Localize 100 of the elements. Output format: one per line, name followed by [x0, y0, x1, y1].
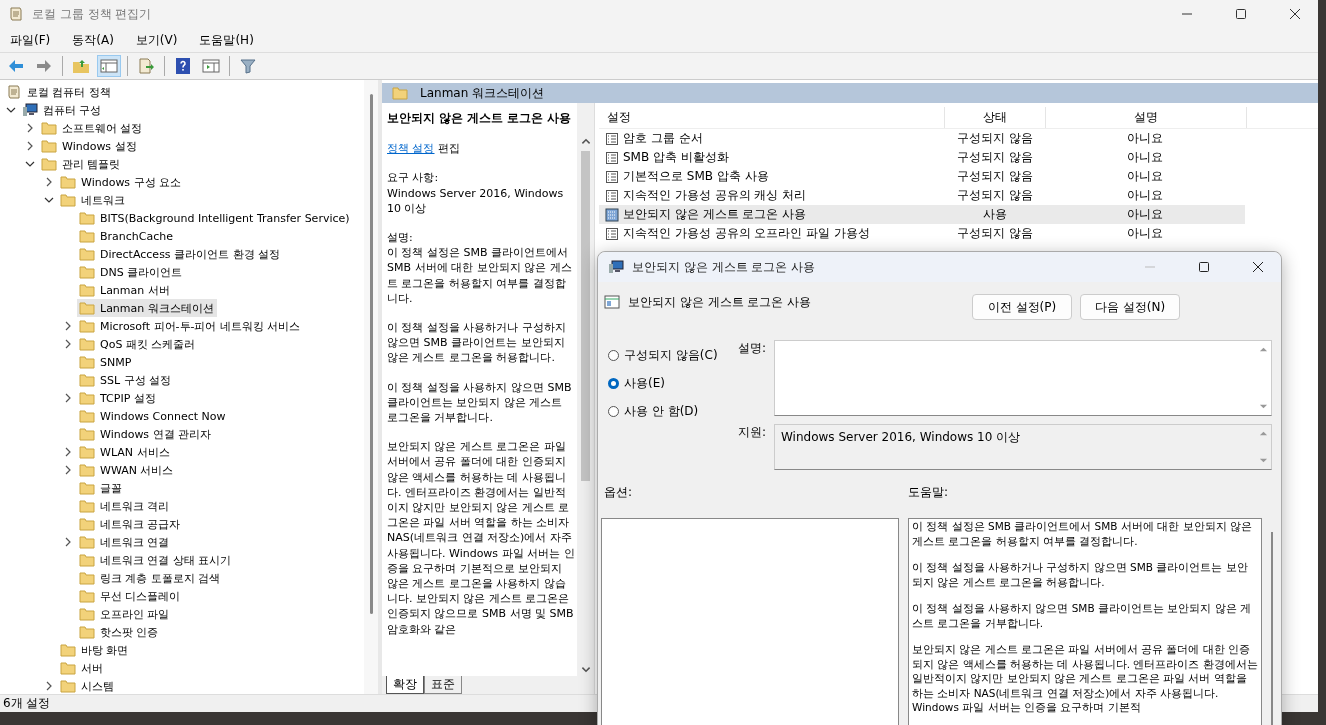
pane-title: Lanman 워크스테이션 [420, 84, 545, 102]
tree-item[interactable]: 네트워크 연결 상태 표시기 [77, 551, 235, 569]
tree-item[interactable]: Windows 연결 관리자 [77, 425, 215, 443]
tree-item[interactable]: SSL 구성 설정 [77, 371, 175, 389]
chevron-icon[interactable] [44, 681, 54, 691]
scrollbar-thumb[interactable] [581, 151, 590, 481]
folder-icon [79, 336, 95, 352]
table-row[interactable]: 기본적으로 SMB 압축 사용 구성되지 않음 아니요 [599, 167, 1245, 186]
tree-item[interactable]: Lanman 워크스테이션 [77, 299, 217, 317]
tree-item[interactable]: 오프라인 파일 [77, 605, 173, 623]
radio-button[interactable] [608, 377, 619, 389]
scroll-up-icon[interactable] [1258, 345, 1268, 354]
dialog-title: 보안되지 않은 게스트 로그온 사용 [632, 258, 816, 276]
table-cell: 지속적인 가용성 공유의 오프라인 파일 가용성 [623, 225, 871, 242]
requirements-label: 요구 사항: [387, 170, 440, 186]
table-row[interactable]: 암호 그룹 순서 구성되지 않음 아니요 [599, 129, 1245, 148]
tree-item[interactable]: TCPIP 설정 [77, 389, 159, 407]
radio-button[interactable] [608, 349, 619, 361]
view-tab[interactable]: 표준 [424, 676, 462, 694]
computer-icon [608, 259, 624, 275]
tree-item[interactable]: 네트워크 연결 [77, 533, 173, 551]
tree-item[interactable]: Windows Connect Now [77, 407, 229, 425]
menu-item[interactable]: 도움말(H) [199, 31, 254, 49]
table-row[interactable]: 지속적인 가용성 공유의 오프라인 파일 가용성 구성되지 않음 아니요 [599, 224, 1245, 243]
policy-link[interactable]: 정책 설정 [387, 142, 435, 156]
help-icon [174, 57, 192, 75]
filter-icon [239, 57, 257, 75]
folder-icon [79, 264, 95, 280]
tree-item[interactable]: 네트워크 공급자 [77, 515, 184, 533]
tree-item[interactable]: 바탕 화면 [58, 641, 132, 659]
chevron-icon[interactable] [25, 123, 35, 133]
chevron-icon[interactable] [63, 447, 73, 457]
scroll-down-icon[interactable] [1258, 402, 1268, 411]
tree-item[interactable]: 소프트웨어 설정 [39, 119, 146, 137]
tree-item[interactable]: 관리 템플릿 [39, 155, 124, 173]
supported-field: Windows Server 2016, Windows 10 이상 [774, 424, 1272, 470]
nav-button[interactable]: 다음 설정(N) [1080, 294, 1180, 320]
tree-item[interactable]: WWAN 서비스 [77, 461, 177, 479]
toolbar-button[interactable] [97, 55, 121, 77]
chevron-icon[interactable] [63, 339, 73, 349]
radio-button[interactable] [608, 405, 619, 417]
chevron-icon[interactable] [6, 105, 16, 115]
chevron-icon[interactable] [25, 141, 35, 151]
table-cell-text: 아니요 [1126, 130, 1164, 147]
folder-icon [79, 480, 95, 496]
chevron-icon[interactable] [63, 321, 73, 331]
column-header[interactable]: 설정 [599, 107, 945, 128]
chevron-icon[interactable] [44, 177, 54, 187]
folder-icon [60, 642, 76, 658]
radio-label[interactable]: 구성되지 않음(C) [624, 346, 718, 364]
table-row[interactable]: 지속적인 가용성 공유의 캐싱 처리 구성되지 않음 아니요 [599, 186, 1245, 205]
tree-item[interactable]: Microsoft 피어-투-피어 네트워킹 서비스 [77, 317, 304, 335]
close-icon[interactable] [1289, 8, 1301, 20]
maximize-icon[interactable] [1235, 8, 1247, 20]
tree-item[interactable]: 컴퓨터 구성 [20, 101, 105, 119]
column-header[interactable]: 상태 [945, 107, 1046, 128]
export-list-icon [137, 57, 155, 75]
tree-item[interactable]: Windows 설정 [39, 137, 140, 155]
comment-field[interactable] [774, 340, 1272, 416]
nav-button[interactable]: 이전 설정(P) [972, 294, 1072, 320]
tree-item[interactable]: 핫스팟 인증 [77, 623, 162, 641]
tree-item[interactable]: QoS 패킷 스케줄러 [77, 335, 199, 353]
radio-label[interactable]: 사용 안 함(D) [624, 402, 699, 420]
menu-item[interactable]: 동작(A) [72, 31, 114, 49]
column-header[interactable]: 설명 [1046, 107, 1247, 128]
table-cell-text: 구성되지 않음 [956, 130, 1034, 147]
menu-item[interactable]: 파일(F) [10, 31, 51, 49]
radio-label[interactable]: 사용(E) [624, 374, 665, 392]
tree-item[interactable]: DNS 클라이언트 [77, 263, 186, 281]
folder-icon [79, 588, 95, 604]
tree-item[interactable]: WLAN 서비스 [77, 443, 173, 461]
tree-item[interactable]: 글꼴 [77, 479, 125, 497]
table-row[interactable]: 보안되지 않은 게스트 로그온 사용 사용 아니요 [599, 205, 1245, 224]
view-tab[interactable]: 확장 [386, 676, 424, 694]
tree-item[interactable]: Windows 구성 요소 [58, 173, 185, 191]
scrollbar-thumb[interactable] [369, 94, 373, 614]
table-row[interactable]: SMB 압축 비활성화 구성되지 않음 아니요 [599, 148, 1245, 167]
tree-item[interactable]: BranchCache [77, 227, 176, 245]
menu-item[interactable]: 보기(V) [135, 31, 178, 49]
chevron-icon[interactable] [63, 537, 73, 547]
policy-name: 보안되지 않은 게스트 로그온 사용 [628, 294, 812, 311]
chevron-icon[interactable] [63, 393, 73, 403]
chevron-icon[interactable] [44, 195, 54, 205]
tree-item[interactable]: 네트워크 [58, 191, 128, 209]
tree-item[interactable]: SNMP [77, 353, 135, 371]
tree-item[interactable]: 로컬 컴퓨터 정책 [4, 83, 114, 101]
tree-item[interactable]: 네트워크 격리 [77, 497, 173, 515]
chevron-icon[interactable] [63, 465, 73, 475]
maximize-icon[interactable] [1198, 261, 1210, 273]
help-paragraph: 이 정책 설정은 SMB 클라이언트에서 SMB 서버에 대한 보안되지 않은 게스트 로그온을 허용할지 여부를 결정합니다. [912, 519, 1253, 548]
chevron-icon[interactable] [25, 159, 35, 169]
tree-item[interactable]: 서버 [58, 659, 106, 677]
tree-item[interactable]: 시스템 [58, 677, 117, 694]
tree-item[interactable]: 링크 계층 토폴로지 검색 [77, 569, 224, 587]
field-label: 설명: [736, 340, 766, 357]
close-icon[interactable] [1252, 261, 1264, 273]
tree-item[interactable]: BITS(Background Intelligent Transfer Service) [77, 209, 353, 227]
tree-item[interactable]: DirectAccess 클라이언트 환경 설정 [77, 245, 284, 263]
tree-item[interactable]: Lanman 서버 [77, 281, 173, 299]
tree-item[interactable]: 무선 디스플레이 [77, 587, 184, 605]
